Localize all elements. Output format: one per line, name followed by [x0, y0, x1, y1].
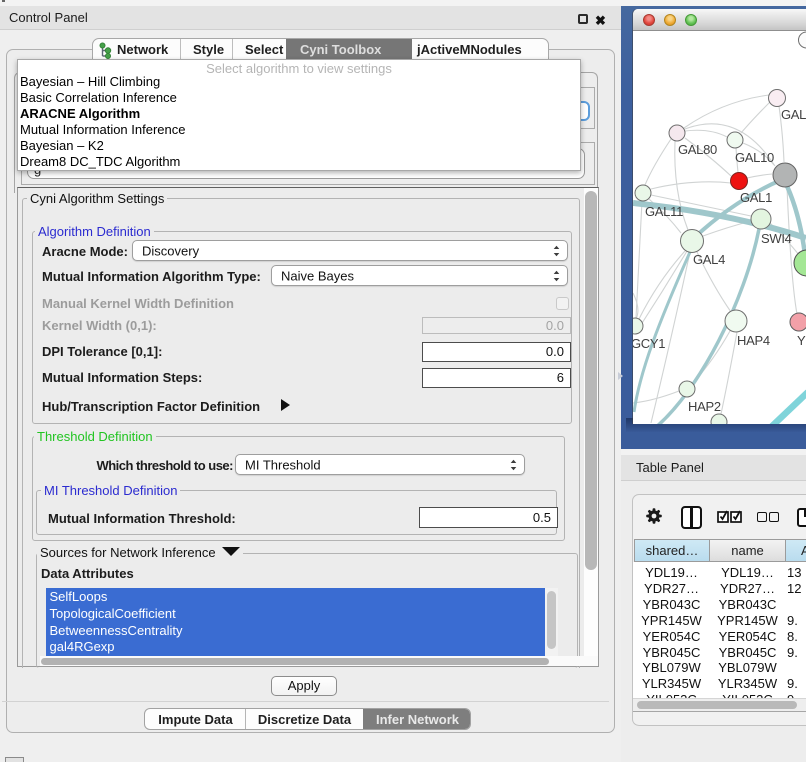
svg-text:HAP4: HAP4: [737, 333, 770, 348]
svg-text:GAL11: GAL11: [645, 204, 683, 219]
svg-text:HAP2: HAP2: [688, 399, 721, 414]
svg-text:Y: Y: [797, 333, 806, 348]
svg-text:GAL80: GAL80: [678, 142, 717, 157]
svg-text:GCY1: GCY1: [633, 336, 665, 351]
svg-text:GAL2: GAL2: [781, 107, 806, 122]
svg-text:GAL10: GAL10: [735, 150, 774, 165]
svg-text:GAL4: GAL4: [693, 252, 725, 267]
svg-text:GAL1: GAL1: [740, 190, 772, 205]
svg-text:SWI4: SWI4: [761, 231, 792, 246]
